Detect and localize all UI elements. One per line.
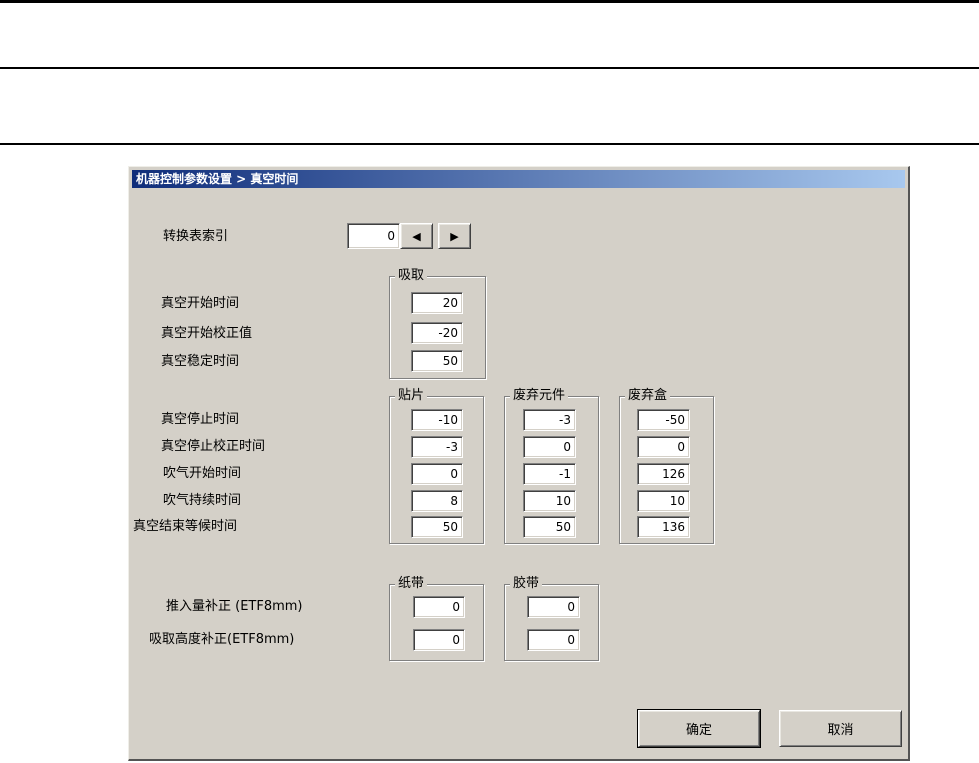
discard-component-blow-duration-input[interactable]: 10 (523, 490, 576, 512)
label-vacuum-stable-time: 真空稳定时间 (161, 354, 240, 369)
discard-box-vacuum-end-wait-input[interactable]: 136 (637, 516, 690, 538)
adhesive-tape-push-in-correction-input[interactable]: 0 (527, 596, 580, 618)
discard-component-vacuum-stop-correction-input[interactable]: 0 (523, 436, 576, 458)
pickup-vacuum-stable-time-input[interactable]: 50 (411, 350, 463, 372)
adhesive-tape-pickup-height-correction-input[interactable]: 0 (527, 629, 580, 651)
label-pickup-height-correction: 吸取高度补正(ETF8mm) (149, 632, 295, 647)
ok-button[interactable]: 确定 (637, 709, 761, 748)
discard-box-blow-duration-input[interactable]: 10 (637, 490, 690, 512)
discard-box-vacuum-stop-correction-input[interactable]: 0 (637, 436, 690, 458)
page-rule-middle (0, 67, 979, 69)
conversion-table-index-input[interactable]: 0 (347, 223, 400, 249)
label-vacuum-end-wait-time: 真空结束等候时间 (133, 519, 238, 534)
label-vacuum-start-time: 真空开始时间 (161, 296, 240, 311)
placement-vacuum-end-wait-input[interactable]: 50 (411, 516, 463, 538)
groupbox-adhesive-tape-title: 胶带 (510, 577, 543, 591)
page-rule-bottom (0, 143, 979, 145)
paper-tape-pickup-height-correction-input[interactable]: 0 (413, 629, 465, 651)
pickup-vacuum-start-correction-input[interactable]: -20 (411, 322, 463, 344)
groupbox-discard-component-title: 废弃元件 (510, 389, 569, 403)
label-blow-duration-time: 吹气持续时间 (163, 493, 242, 508)
groupbox-placement-title: 贴片 (395, 389, 428, 403)
dialog-titlebar: 机器控制参数设置 > 真空时间 (132, 170, 905, 188)
placement-blow-start-input[interactable]: 0 (411, 463, 463, 485)
discard-component-blow-start-input[interactable]: -1 (523, 463, 576, 485)
label-blow-start-time: 吹气开始时间 (163, 466, 242, 481)
groupbox-pickup-title: 吸取 (395, 269, 428, 283)
groupbox-discard-box-title: 废弃盒 (625, 389, 671, 403)
paper-tape-push-in-correction-input[interactable]: 0 (413, 596, 465, 618)
placement-vacuum-stop-correction-input[interactable]: -3 (411, 436, 463, 458)
label-push-in-correction: 推入量补正 (ETF8mm) (166, 599, 303, 614)
discard-component-vacuum-end-wait-input[interactable]: 50 (523, 516, 576, 538)
discard-component-vacuum-stop-time-input[interactable]: -3 (523, 409, 576, 431)
discard-box-blow-start-input[interactable]: 126 (637, 463, 690, 485)
label-vacuum-start-correction: 真空开始校正值 (161, 326, 253, 341)
label-conversion-table-index: 转换表索引 (163, 229, 229, 244)
label-vacuum-stop-time: 真空停止时间 (161, 412, 240, 427)
vacuum-time-dialog: 机器控制参数设置 > 真空时间 转换表索引 0 ◀ ▶ 吸取 真空开始时间 真空… (128, 166, 910, 761)
dialog-title: 机器控制参数设置 > 真空时间 (136, 172, 299, 186)
discard-box-vacuum-stop-time-input[interactable]: -50 (637, 409, 690, 431)
groupbox-paper-tape-title: 纸带 (395, 577, 428, 591)
placement-vacuum-stop-time-input[interactable]: -10 (411, 409, 463, 431)
left-arrow-icon: ◀ (412, 229, 421, 243)
pickup-vacuum-start-time-input[interactable]: 20 (411, 292, 463, 314)
label-vacuum-stop-correction-time: 真空停止校正时间 (161, 439, 266, 454)
placement-blow-duration-input[interactable]: 8 (411, 490, 463, 512)
cancel-button[interactable]: 取消 (779, 710, 902, 747)
right-arrow-icon: ▶ (450, 229, 459, 243)
page-rule-top (0, 0, 979, 3)
index-decrement-button[interactable]: ◀ (400, 223, 433, 249)
index-increment-button[interactable]: ▶ (438, 223, 471, 249)
